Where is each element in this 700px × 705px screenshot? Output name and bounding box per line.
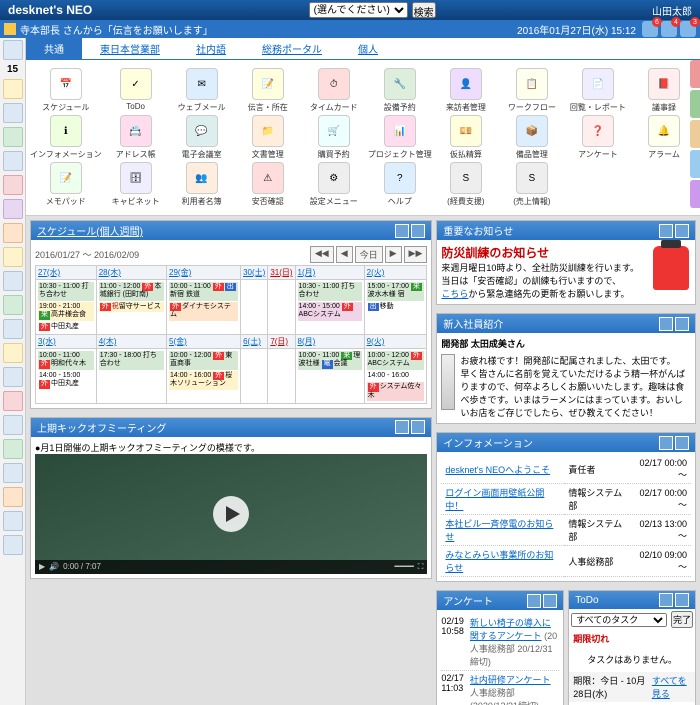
info-panel: インフォメーション desknet's NEOへようこそ責任者02/17 00:… bbox=[436, 432, 696, 582]
app-ウェブメール[interactable]: ✉ウェブメール bbox=[170, 68, 234, 113]
note-icon bbox=[4, 23, 16, 35]
nav-today[interactable]: 今日 bbox=[355, 246, 383, 263]
app-プロジェクト管理[interactable]: 📊プロジェクト管理 bbox=[368, 115, 432, 160]
notif-icon-2[interactable]: 4 bbox=[661, 21, 677, 37]
notif-icon-3[interactable]: 3 bbox=[680, 21, 696, 37]
sb-13[interactable] bbox=[3, 367, 23, 387]
kickoff-panel: 上期キックオフミーティング ●月1日開催の上期キックオフミーティングの模様です。… bbox=[30, 417, 432, 579]
app-キャビネット[interactable]: 🗄キャビネット bbox=[104, 162, 168, 207]
sb-cal[interactable] bbox=[3, 40, 23, 60]
app-ヘルプ[interactable]: ?ヘルプ bbox=[368, 162, 432, 207]
app-電子会議室[interactable]: 💬電子会議室 bbox=[170, 115, 234, 160]
app-議事録[interactable]: 📕議事録 bbox=[632, 68, 696, 113]
p-min[interactable] bbox=[395, 224, 409, 238]
nav-first[interactable]: ◀◀ bbox=[310, 246, 334, 263]
nav-prev[interactable]: ◀ bbox=[336, 246, 353, 263]
sb-16[interactable] bbox=[3, 439, 23, 459]
sb-20[interactable] bbox=[3, 535, 23, 555]
app-アンケート[interactable]: ❓アンケート bbox=[566, 115, 630, 160]
app-仮払精算[interactable]: 💴仮払精算 bbox=[434, 115, 498, 160]
sb-2[interactable] bbox=[3, 103, 23, 123]
sb-14[interactable] bbox=[3, 391, 23, 411]
nav-next[interactable]: ▶ bbox=[385, 246, 402, 263]
done-btn[interactable]: 完了 bbox=[671, 611, 693, 628]
app-安否確認[interactable]: ⚠安否確認 bbox=[236, 162, 300, 207]
todo-filter[interactable]: すべてのタスク bbox=[571, 613, 667, 627]
app-メモパッド[interactable]: 📝メモパッド bbox=[30, 162, 102, 207]
tab-2[interactable]: 社内語 bbox=[178, 38, 244, 59]
app-アラーム[interactable]: 🔔アラーム bbox=[632, 115, 696, 160]
sb-12[interactable] bbox=[3, 343, 23, 363]
notice-bar: 寺本部長 さんから「伝言をお願いします」 2016年01月27日(水) 15:1… bbox=[0, 20, 700, 38]
app-文書管理[interactable]: 📁文書管理 bbox=[236, 115, 300, 160]
important-panel: 重要なお知らせ 防災訓練のお知らせ 来週月曜日10時より、全社防災訓練を行います… bbox=[436, 220, 696, 305]
sb-1[interactable] bbox=[3, 79, 23, 99]
app-設備予約[interactable]: 🔧設備予約 bbox=[368, 68, 432, 113]
p-close[interactable] bbox=[411, 224, 425, 238]
top-bar: desknet's NEO (選んでください) 検索 山田太郎 bbox=[0, 0, 700, 20]
tab-1[interactable]: 東日本営業部 bbox=[82, 38, 178, 59]
app-利用者名簿[interactable]: 👥利用者名簿 bbox=[170, 162, 234, 207]
logo: desknet's NEO bbox=[8, 3, 92, 17]
sched-range: 2016/01/27 ～ 2016/02/09 bbox=[35, 248, 139, 261]
user-name[interactable]: 山田太郎 bbox=[652, 3, 692, 18]
sb-8[interactable] bbox=[3, 247, 23, 267]
app-ワークフロー[interactable]: 📋ワークフロー bbox=[500, 68, 564, 113]
todo-panel: ToDo すべてのタスク完了 期限切れ タスクはありません。 期限：今日 - 1… bbox=[568, 590, 696, 705]
play-icon[interactable] bbox=[213, 496, 249, 532]
video-player[interactable]: ▶🔊0:00 / 7:07━━━━⛶ bbox=[35, 454, 427, 574]
sb-9[interactable] bbox=[3, 271, 23, 291]
sb-7[interactable] bbox=[3, 223, 23, 243]
app-grid: 📅スケジュール✓ToDo✉ウェブメール📝伝言・所在⏱タイムカード🔧設備予約👤来訪… bbox=[26, 60, 700, 216]
app-備品管理[interactable]: 📦備品管理 bbox=[500, 115, 564, 160]
app-タイムカード[interactable]: ⏱タイムカード bbox=[302, 68, 366, 113]
app-購買予約[interactable]: 🛒購買予約 bbox=[302, 115, 366, 160]
tab-3[interactable]: 総務ポータル bbox=[244, 38, 340, 59]
tab-0[interactable]: 共通 bbox=[26, 38, 82, 59]
sched-title[interactable]: スケジュール(個人週間) bbox=[37, 223, 143, 238]
sb-17[interactable] bbox=[3, 463, 23, 483]
sb-3[interactable] bbox=[3, 127, 23, 147]
tab-4[interactable]: 個人 bbox=[340, 38, 396, 59]
sb-4[interactable] bbox=[3, 151, 23, 171]
app-設定メニュー[interactable]: ⚙設定メニュー bbox=[302, 162, 366, 207]
notice-text[interactable]: 寺本部長 さんから「伝言をお願いします」 bbox=[20, 22, 213, 37]
sb-15[interactable] bbox=[3, 415, 23, 435]
sb-5[interactable] bbox=[3, 175, 23, 195]
search-button[interactable]: 検索 bbox=[412, 2, 436, 18]
sb-6[interactable] bbox=[3, 199, 23, 219]
right-tabs bbox=[690, 60, 700, 208]
app-アドレス帳[interactable]: 📇アドレス帳 bbox=[104, 115, 168, 160]
sidebar: 15 bbox=[0, 38, 26, 705]
schedule-panel: スケジュール(個人週間) 2016/01/27 ～ 2016/02/09 ◀◀ … bbox=[30, 220, 432, 409]
nav-last[interactable]: ▶▶ bbox=[404, 246, 428, 263]
app-スケジュール[interactable]: 📅スケジュール bbox=[30, 68, 102, 113]
app-(売上情報)[interactable]: S(売上情報) bbox=[500, 162, 564, 207]
app-インフォメーション[interactable]: ℹインフォメーション bbox=[30, 115, 102, 160]
sb-11[interactable] bbox=[3, 319, 23, 339]
survey-panel: アンケート 02/19 10:58新しい椅子の導入に関するアンケート (20 人… bbox=[436, 590, 564, 705]
app-ToDo[interactable]: ✓ToDo bbox=[104, 68, 168, 113]
app-来訪者管理[interactable]: 👤来訪者管理 bbox=[434, 68, 498, 113]
avatar bbox=[441, 354, 454, 410]
newbie-panel: 新入社員紹介 開発部 太田成美さん お疲れ様です！開発部に配属されました、太田で… bbox=[436, 313, 696, 424]
notice-date: 2016年01月27日(水) 15:12 bbox=[517, 22, 636, 37]
sb-10[interactable] bbox=[3, 295, 23, 315]
fire-icon bbox=[653, 246, 689, 290]
kickoff-title: 上期キックオフミーティング bbox=[37, 420, 166, 435]
app-回覧・レポート[interactable]: 📄回覧・レポート bbox=[566, 68, 630, 113]
app-(経費支援)[interactable]: S(経費支援) bbox=[434, 162, 498, 207]
sb-18[interactable] bbox=[3, 487, 23, 507]
top-select[interactable]: (選んでください) bbox=[309, 2, 408, 18]
sb-19[interactable] bbox=[3, 511, 23, 531]
tabs: 共通 東日本営業部 社内語 総務ポータル 個人 bbox=[26, 38, 700, 60]
app-伝言・所在[interactable]: 📝伝言・所在 bbox=[236, 68, 300, 113]
notif-icon-1[interactable]: 6 bbox=[642, 21, 658, 37]
